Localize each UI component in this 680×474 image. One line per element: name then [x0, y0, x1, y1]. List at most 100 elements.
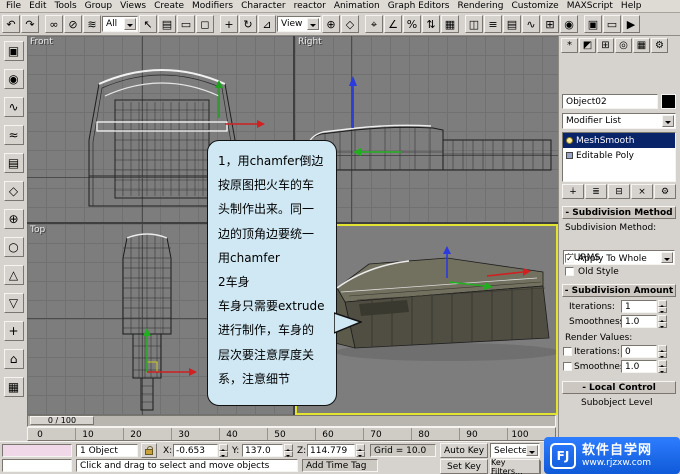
time-slider-track[interactable]: 0 / 100 [27, 415, 556, 427]
curve-editor-icon[interactable]: ∿ [522, 15, 540, 33]
menu-graph-editors[interactable]: Graph Editors [384, 1, 454, 11]
unlink-selection-icon[interactable]: ⊘ [64, 15, 82, 33]
select-scale-icon[interactable]: ⊿ [258, 15, 276, 33]
auto-key-button[interactable]: Auto Key [440, 443, 488, 458]
menu-maxscript[interactable]: MAXScript [563, 1, 617, 11]
viewport-right-label[interactable]: Right [298, 37, 322, 47]
mini-listener-field[interactable] [2, 459, 72, 472]
coord-system-select[interactable]: View [277, 16, 321, 32]
remove-modifier-icon[interactable]: × [631, 184, 653, 199]
align-icon[interactable]: ≡ [484, 15, 502, 33]
reactor-tool-12-icon[interactable]: ⌂ [3, 349, 24, 369]
menu-group[interactable]: Group [81, 1, 116, 11]
chevron-down-icon[interactable] [307, 18, 319, 30]
iterations-field[interactable]: 1 [621, 300, 657, 313]
pin-stack-icon[interactable]: ∔ [562, 184, 584, 199]
set-key-button[interactable]: Set Key [440, 459, 488, 474]
reactor-tool-10-icon[interactable]: ▽ [3, 293, 24, 313]
render-iterations-checkbox[interactable] [563, 347, 572, 356]
menu-file[interactable]: File [2, 1, 25, 11]
select-rotate-icon[interactable]: ↻ [239, 15, 257, 33]
undo-icon[interactable]: ↶ [2, 15, 20, 33]
object-name-field[interactable]: Object02 [562, 94, 658, 109]
mirror-icon[interactable]: ◫ [465, 15, 483, 33]
select-link-icon[interactable]: ∞ [45, 15, 63, 33]
object-color-swatch[interactable] [661, 94, 676, 109]
layer-manager-icon[interactable]: ▤ [503, 15, 521, 33]
select-manipulate-icon[interactable]: ◇ [341, 15, 359, 33]
spinner-snap-icon[interactable]: ⇅ [422, 15, 440, 33]
reactor-tool-6-icon[interactable]: ◇ [3, 181, 24, 201]
smoothness-spinner[interactable] [658, 315, 667, 328]
make-unique-icon[interactable]: ⊟ [608, 184, 630, 199]
chevron-down-icon[interactable] [662, 115, 674, 127]
key-mode-select[interactable]: Selected [490, 443, 540, 458]
named-selection-sets-icon[interactable]: ▦ [441, 15, 459, 33]
key-filters-button[interactable]: Key Filters... [490, 458, 540, 474]
reactor-tool-5-icon[interactable]: ▤ [3, 153, 24, 173]
x-coordinate-field[interactable]: -0.653 [173, 444, 218, 457]
modifier-editable-poly[interactable]: Editable Poly [563, 148, 675, 163]
show-end-result-icon[interactable]: ≣ [585, 184, 607, 199]
time-slider-handle[interactable]: 0 / 100 [30, 416, 94, 425]
menu-tools[interactable]: Tools [51, 1, 81, 11]
reactor-tool-3-icon[interactable]: ∿ [3, 97, 24, 117]
rectangular-selection-icon[interactable]: ▭ [177, 15, 195, 33]
bind-spacewarp-icon[interactable]: ≋ [83, 15, 101, 33]
menu-animation[interactable]: Animation [330, 1, 384, 11]
z-spinner[interactable] [356, 444, 365, 457]
menu-help[interactable]: Help [617, 1, 646, 11]
menu-customize[interactable]: Customize [507, 1, 562, 11]
menu-character[interactable]: Character [237, 1, 289, 11]
modifier-list-dropdown[interactable]: Modifier List [562, 113, 676, 129]
reactor-tool-13-icon[interactable]: ▦ [3, 377, 24, 397]
chevron-down-icon[interactable] [526, 445, 538, 456]
reactor-tool-11-icon[interactable]: + [3, 321, 24, 341]
render-smoothness-checkbox[interactable] [563, 362, 572, 371]
viewport-front-label[interactable]: Front [30, 37, 53, 47]
use-pivot-center-icon[interactable]: ⊕ [322, 15, 340, 33]
rollout-subdivision-method[interactable]: - Subdivision Method [562, 206, 676, 219]
angle-snap-icon[interactable]: ∠ [384, 15, 402, 33]
iterations-spinner[interactable] [658, 300, 667, 313]
menu-views[interactable]: Views [116, 1, 150, 11]
render-iterations-field[interactable]: 0 [621, 345, 657, 358]
render-smoothness-spinner[interactable] [658, 360, 667, 373]
viewport-top-label[interactable]: Top [30, 225, 45, 235]
reactor-tool-7-icon[interactable]: ⊕ [3, 209, 24, 229]
menu-reactor[interactable]: reactor [290, 1, 330, 11]
modify-tab-icon[interactable]: ◩ [579, 38, 596, 53]
select-move-icon[interactable]: + [220, 15, 238, 33]
modifier-meshsmooth[interactable]: MeshSmooth [563, 133, 675, 148]
render-type-icon[interactable]: ▭ [603, 15, 621, 33]
utilities-tab-icon[interactable]: ⚙ [651, 38, 668, 53]
quick-render-icon[interactable]: ▶ [622, 15, 640, 33]
material-editor-icon[interactable]: ◉ [560, 15, 578, 33]
rollout-subdivision-amount[interactable]: - Subdivision Amount [562, 284, 676, 297]
reactor-tool-9-icon[interactable]: △ [3, 265, 24, 285]
selection-lock-icon[interactable] [141, 443, 157, 458]
chevron-down-icon[interactable] [661, 252, 673, 263]
reactor-tool-4-icon[interactable]: ≈ [3, 125, 24, 145]
chevron-down-icon[interactable] [124, 18, 136, 30]
macro-recorder-field[interactable] [2, 444, 72, 457]
smoothness-field[interactable]: 1.0 [621, 315, 657, 328]
x-spinner[interactable] [219, 444, 228, 457]
configure-stack-icon[interactable]: ⚙ [654, 184, 676, 199]
window-crossing-icon[interactable]: ◻ [196, 15, 214, 33]
reactor-tool-8-icon[interactable]: ○ [3, 237, 24, 257]
percent-snap-icon[interactable]: % [403, 15, 421, 33]
menu-modifiers[interactable]: Modifiers [188, 1, 237, 11]
z-coordinate-field[interactable]: 114.779 [307, 444, 355, 457]
reactor-tool-1-icon[interactable]: ▣ [3, 41, 24, 61]
motion-tab-icon[interactable]: ◎ [615, 38, 632, 53]
menu-create[interactable]: Create [150, 1, 188, 11]
render-smoothness-field[interactable]: 1.0 [621, 360, 657, 373]
y-coordinate-field[interactable]: 137.0 [242, 444, 283, 457]
add-time-tag-field[interactable]: Add Time Tag [302, 459, 378, 472]
selection-filter-select[interactable]: All [102, 16, 138, 32]
apply-to-whole-checkbox[interactable]: ✓ [565, 254, 574, 263]
old-style-checkbox[interactable] [565, 267, 574, 276]
menu-edit[interactable]: Edit [25, 1, 50, 11]
render-scene-icon[interactable]: ▣ [584, 15, 602, 33]
